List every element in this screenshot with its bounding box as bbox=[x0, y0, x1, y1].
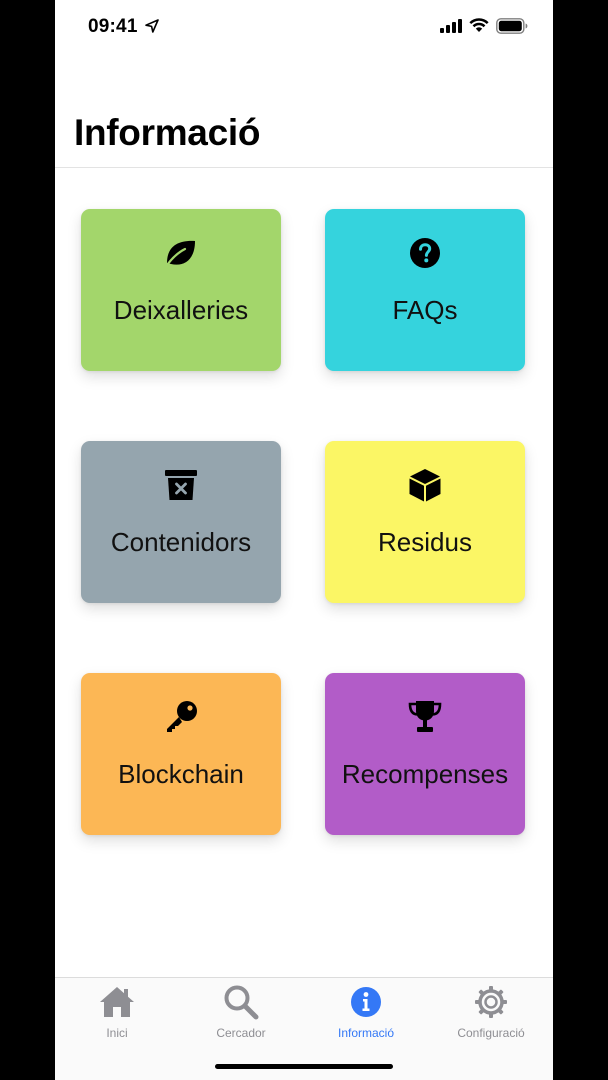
leaf-icon bbox=[163, 235, 199, 271]
search-icon bbox=[224, 985, 259, 1020]
info-circle-icon bbox=[351, 987, 381, 1017]
home-icon bbox=[100, 987, 134, 1017]
tile-label: Deixalleries bbox=[113, 295, 249, 325]
location-arrow-icon bbox=[145, 19, 159, 33]
tile-deixalleries[interactable]: Deixalleries bbox=[81, 209, 281, 371]
status-time: 09:41 bbox=[88, 16, 138, 37]
tile-residus[interactable]: Residus bbox=[325, 441, 525, 603]
trash-bin-icon bbox=[163, 467, 199, 503]
cube-icon bbox=[407, 467, 443, 503]
tile-label: Blockchain bbox=[118, 759, 244, 789]
tab-label: Informació bbox=[337, 1026, 395, 1040]
header-divider bbox=[55, 167, 553, 168]
home-indicator bbox=[215, 1064, 393, 1069]
tile-contenidors[interactable]: Contenidors bbox=[81, 441, 281, 603]
tab-label: Configuració bbox=[457, 1026, 525, 1040]
tile-label: FAQs bbox=[392, 295, 458, 325]
app-screen: 09:41 Informació Deixalleries FAQs Conte… bbox=[55, 0, 553, 1080]
cellular-signal-icon bbox=[440, 19, 462, 33]
tile-faqs[interactable]: FAQs bbox=[325, 209, 525, 371]
tile-label: Contenidors bbox=[110, 527, 252, 557]
status-bar: 09:41 bbox=[55, 0, 553, 54]
tile-blockchain[interactable]: Blockchain bbox=[81, 673, 281, 835]
tab-inici[interactable]: Inici bbox=[55, 984, 179, 1044]
tab-informacio[interactable]: Informació bbox=[304, 984, 428, 1044]
question-circle-icon bbox=[407, 235, 443, 271]
gear-icon bbox=[475, 986, 507, 1018]
tile-label: Residus bbox=[378, 527, 472, 557]
tab-label: Inici bbox=[106, 1026, 128, 1040]
tab-cercador[interactable]: Cercador bbox=[179, 984, 303, 1044]
tab-configuracio[interactable]: Configuració bbox=[429, 984, 553, 1044]
tile-label: Recompenses bbox=[341, 759, 509, 789]
wifi-icon bbox=[469, 18, 489, 32]
page-title: Informació bbox=[74, 112, 261, 153]
battery-icon bbox=[496, 18, 528, 34]
key-icon bbox=[163, 699, 199, 735]
trophy-icon bbox=[407, 699, 443, 735]
tab-label: Cercador bbox=[216, 1026, 266, 1040]
tile-recompenses[interactable]: Recompenses bbox=[325, 673, 525, 835]
